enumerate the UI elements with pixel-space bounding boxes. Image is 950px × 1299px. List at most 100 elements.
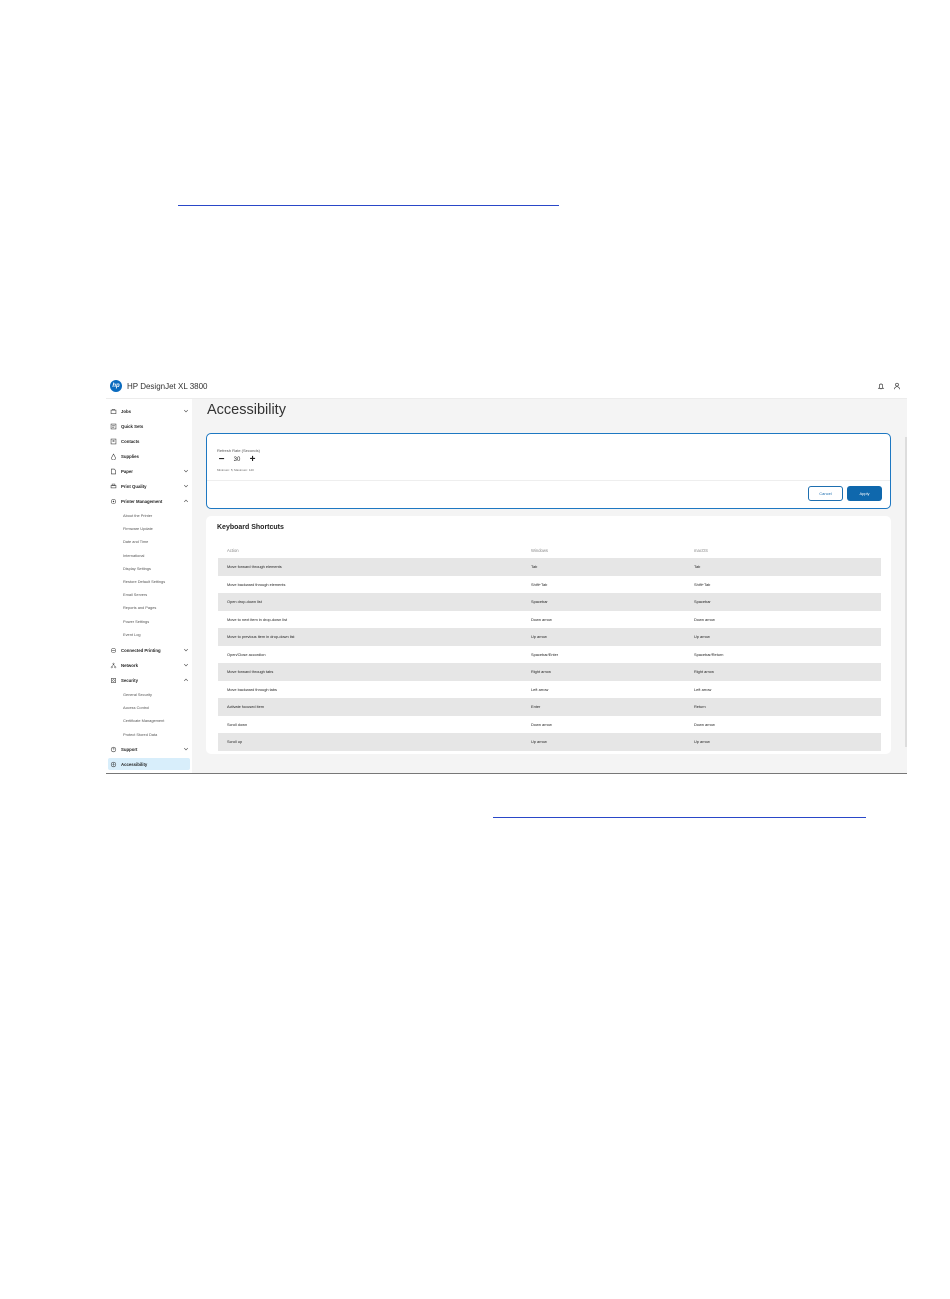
sidebar-item-accessibility[interactable]: Accessibility xyxy=(108,758,190,770)
sidebar-item-paper[interactable]: Paper xyxy=(108,465,190,477)
sidebar-item-label: Supplies xyxy=(121,453,139,459)
sidebar-subitem-general-security[interactable]: General Security xyxy=(123,690,152,699)
action-cell: Activate focused item xyxy=(227,704,264,710)
refresh-rate-card: Refresh Rate (Seconds) − 30 + Minimum: 5… xyxy=(206,433,891,509)
sidebar-item-contacts[interactable]: Contacts xyxy=(108,435,190,447)
column-header-action: Action xyxy=(227,547,239,553)
table-row: Move to next item in drop-down list Down … xyxy=(218,610,881,628)
top-bar: hp HP DesignJet XL 3800 xyxy=(106,374,907,399)
action-cell: Move to next item in drop-down list xyxy=(227,616,288,622)
chevron-down-icon[interactable] xyxy=(183,483,189,489)
action-cell: Open/Close accordion xyxy=(227,651,266,657)
sidebar-subitem-certificate-management[interactable]: Certificate Management xyxy=(123,716,164,725)
action-cell: Move forward through tabs xyxy=(227,669,274,675)
action-cell: Move backward through elements xyxy=(227,581,286,587)
contacts-icon xyxy=(110,438,117,445)
app-title: HP DesignJet XL 3800 xyxy=(127,381,208,391)
sidebar-item-label: Jobs xyxy=(121,408,132,414)
chevron-up-icon[interactable] xyxy=(183,677,189,683)
sidebar-subitem-firmware-update[interactable]: Firmware Update xyxy=(123,524,153,533)
sidebar-subitem-email-servers[interactable]: Email Servers xyxy=(123,590,147,599)
action-cell: Scroll down xyxy=(227,721,248,727)
table-row: Move backward through elements Shift+Tab S… xyxy=(218,575,881,593)
macos-cell: Down arrow xyxy=(694,721,715,727)
sidebar-item-label: Support xyxy=(121,746,138,752)
windows-cell: Right arrow xyxy=(531,669,551,675)
windows-cell: Shift+Tab xyxy=(531,581,548,587)
macos-cell: Left arrow xyxy=(694,686,712,692)
keyboard-shortcuts-card: Keyboard Shortcuts Action Windows macOS … xyxy=(206,516,891,754)
chevron-down-icon[interactable] xyxy=(183,746,189,752)
windows-cell: Spacebar xyxy=(531,599,548,605)
refresh-rate-hint: Minimum: 5; Maximum: 120 xyxy=(217,468,254,472)
sidebar-subitem-protect-stored-data[interactable]: Protect Stored Data xyxy=(123,730,157,739)
sidebar-subitem-about-the-printer[interactable]: About the Printer xyxy=(123,511,152,520)
sidebar: Jobs Quick Sets Contacts Supplies Paper Print… xyxy=(106,399,192,773)
user-icon[interactable] xyxy=(893,382,901,390)
sidebar-subitem-international[interactable]: International xyxy=(123,551,144,560)
table-row: Scroll down Down arrow Down arrow xyxy=(218,715,881,733)
sidebar-item-printer-management[interactable]: Printer Management xyxy=(108,495,190,507)
sidebar-item-label: Print Quality xyxy=(121,483,147,489)
windows-cell: Down arrow xyxy=(531,721,552,727)
column-header-macos: macOS xyxy=(694,547,708,553)
sidebar-item-support[interactable]: Support xyxy=(108,743,190,755)
sidebar-subitem-display-settings[interactable]: Display Settings xyxy=(123,564,151,573)
macos-cell: Right arrow xyxy=(694,669,714,675)
action-cell: Open drop-down list xyxy=(227,599,262,605)
sidebar-subitem-reports-and-pages[interactable]: Reports and Pages xyxy=(123,603,156,612)
hp-logo: hp xyxy=(110,380,122,392)
increment-button[interactable]: + xyxy=(248,454,257,464)
table-row: Scroll up Up arrow Up arrow xyxy=(218,733,881,751)
supplies-icon xyxy=(110,452,117,460)
sidebar-item-label: Paper xyxy=(121,468,133,474)
refresh-rate-stepper: − 30 + xyxy=(217,454,257,464)
security-icon xyxy=(110,677,117,684)
sidebar-subitem-event-log[interactable]: Event Log xyxy=(123,630,141,639)
bell-icon[interactable] xyxy=(877,382,885,390)
paper-icon xyxy=(110,468,117,475)
chevron-down-icon[interactable] xyxy=(183,468,189,474)
action-cell: Scroll up xyxy=(227,739,243,745)
sidebar-subitem-access-control[interactable]: Access Control xyxy=(123,703,149,712)
sidebar-item-print-quality[interactable]: Print Quality xyxy=(108,480,190,492)
windows-cell: Spacebar/Enter xyxy=(531,651,559,657)
quick-sets-icon xyxy=(110,423,117,430)
sidebar-subitem-restore-default-settings[interactable]: Restore Default Settings xyxy=(123,577,165,586)
accessibility-icon xyxy=(110,761,117,768)
chevron-up-icon[interactable] xyxy=(183,498,189,504)
sidebar-item-connected-printing[interactable]: Connected Printing xyxy=(108,644,190,656)
windows-cell: Tab xyxy=(531,564,538,570)
macos-cell: Spacebar/Return xyxy=(694,651,724,657)
macos-cell: Shift+Tab xyxy=(694,581,711,587)
sidebar-subitem-date-and-time[interactable]: Date and Time xyxy=(123,537,148,546)
sidebar-item-label: Security xyxy=(121,677,138,683)
scrollbar[interactable] xyxy=(905,437,907,747)
chevron-down-icon[interactable] xyxy=(183,647,189,653)
windows-cell: Left arrow xyxy=(531,686,549,692)
chevron-down-icon[interactable] xyxy=(183,662,189,668)
sidebar-item-quick-sets[interactable]: Quick Sets xyxy=(108,420,190,432)
network-icon xyxy=(110,662,117,669)
link-underline-top[interactable] xyxy=(178,205,559,206)
table-row: Move forward through tabs Right arrow Righ… xyxy=(218,663,881,681)
main-content: Accessibility Refresh Rate (Seconds) − 3… xyxy=(192,399,907,773)
jobs-icon xyxy=(110,408,117,415)
sidebar-item-label: Printer Management xyxy=(121,498,163,504)
link-underline-bottom[interactable] xyxy=(493,817,866,818)
sidebar-item-label: Contacts xyxy=(121,438,140,444)
table-row: Open/Close accordion Spacebar/Enter Spaceb… xyxy=(218,645,881,663)
apply-button[interactable]: Apply xyxy=(847,486,882,501)
sidebar-item-network[interactable]: Network xyxy=(108,659,190,671)
cancel-button[interactable]: Cancel xyxy=(808,486,843,501)
decrement-button[interactable]: − xyxy=(217,454,226,464)
windows-cell: Enter xyxy=(531,704,541,710)
refresh-rate-input[interactable]: 30 xyxy=(229,455,245,464)
action-cell: Move backward through tabs xyxy=(227,686,277,692)
chevron-down-icon[interactable] xyxy=(183,408,189,414)
sidebar-subitem-power-settings[interactable]: Power Settings xyxy=(123,617,149,626)
printer-management-icon xyxy=(110,498,117,505)
sidebar-item-supplies[interactable]: Supplies xyxy=(108,450,190,462)
sidebar-item-security[interactable]: Security xyxy=(108,674,190,686)
sidebar-item-jobs[interactable]: Jobs xyxy=(108,405,190,417)
